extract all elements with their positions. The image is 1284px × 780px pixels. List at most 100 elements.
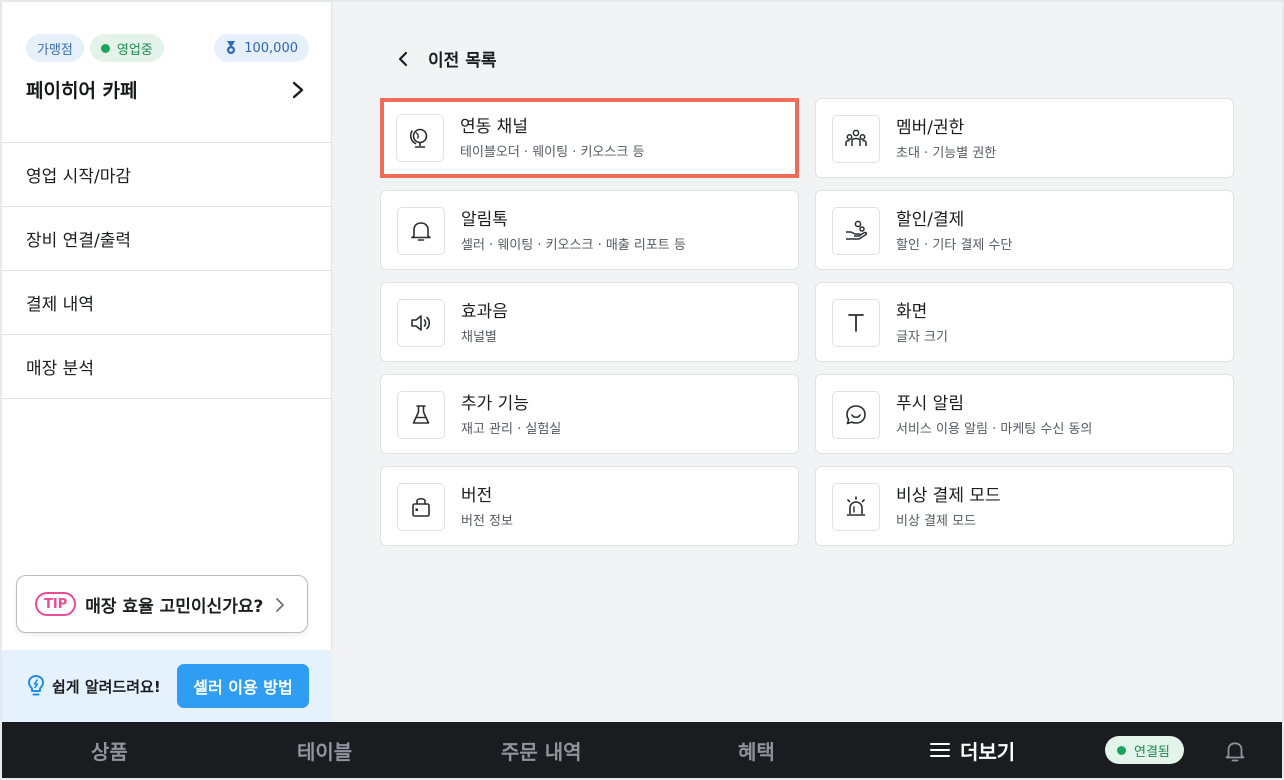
card-text: 연동 채널 테이블오더 · 웨이팅 · 키오스크 등: [460, 116, 644, 160]
lightbulb-icon: [28, 675, 44, 696]
store-name: 페이히어 카페: [26, 80, 138, 102]
store-name-row[interactable]: 페이히어 카페: [26, 76, 309, 103]
card-title: 화면: [896, 302, 928, 322]
connection-status-badge: 연결됨: [1105, 736, 1184, 764]
medal-icon: [227, 41, 236, 54]
back-label: 이전 목록: [428, 51, 497, 71]
card-subtitle: 버전 정보: [461, 514, 513, 529]
card-title: 멤버/권한: [896, 118, 965, 138]
card-title: 할인/결제: [896, 210, 965, 230]
chevron-right-icon: [292, 81, 304, 98]
store-header: 가맹점 영업중 100,000 페이히어 카페: [2, 2, 331, 143]
icon-box: [832, 391, 880, 439]
tab-more[interactable]: 더보기: [930, 722, 1015, 778]
card-display[interactable]: 화면 글자 크기: [815, 282, 1234, 362]
bell-icon: [411, 222, 431, 241]
tip-banner[interactable]: TIP 매장 효율 고민이신가요?: [16, 575, 308, 633]
card-text: 멤버/권한 초대 · 기능별 권한: [896, 117, 996, 161]
tab-benefits[interactable]: 혜택: [738, 722, 775, 778]
status-dot-icon: [1117, 745, 1126, 755]
card-title: 버전: [461, 486, 493, 506]
card-members-permissions[interactable]: 멤버/권한 초대 · 기능별 권한: [815, 98, 1234, 178]
siren-icon: [846, 496, 866, 516]
points-value: 100,000: [244, 40, 298, 56]
card-text: 화면 글자 크기: [896, 301, 948, 345]
sidebar-item-device-connection[interactable]: 장비 연결/출력: [2, 207, 331, 271]
sidebar: 가맹점 영업중 100,000 페이히어 카페 영업 시작/마감 장비 연결/출…: [2, 2, 332, 722]
flask-icon: [412, 405, 430, 424]
chat-smile-icon: [846, 405, 866, 425]
card-sound-effects[interactable]: 효과음 채널별: [380, 282, 799, 362]
card-alimtalk[interactable]: 알림톡 셀러 · 웨이팅 · 키오스크 · 매출 리포트 등: [380, 190, 799, 270]
card-text: 푸시 알림 서비스 이용 알림 · 마케팅 수신 동의: [896, 393, 1092, 437]
sidebar-item-business-open-close[interactable]: 영업 시작/마감: [2, 143, 331, 207]
card-push-notifications[interactable]: 푸시 알림 서비스 이용 알림 · 마케팅 수신 동의: [815, 374, 1234, 454]
card-subtitle: 테이블오더 · 웨이팅 · 키오스크 등: [460, 145, 645, 160]
card-version[interactable]: 버전 버전 정보: [380, 466, 799, 546]
card-title: 추가 기능: [461, 394, 529, 414]
open-status-badge: 영업중: [89, 34, 164, 62]
icon-box: [832, 483, 880, 531]
icon-box: [832, 115, 880, 163]
card-text: 알림톡 셀러 · 웨이팅 · 키오스크 · 매출 리포트 등: [461, 209, 686, 253]
speaker-icon: [411, 315, 431, 331]
card-subtitle: 글자 크기: [896, 330, 948, 345]
card-title: 알림톡: [461, 210, 508, 230]
card-subtitle: 비상 결제 모드: [896, 514, 977, 529]
bottom-nav: 상품 테이블 주문 내역 혜택 더보기 연결됨: [2, 722, 1282, 778]
card-subtitle: 서비스 이용 알림 · 마케팅 수신 동의: [896, 422, 1093, 437]
points-badge[interactable]: 100,000: [214, 34, 309, 62]
globe-icon: [409, 128, 428, 148]
hand-coin-icon: [846, 220, 868, 240]
chevron-right-icon: [276, 598, 284, 612]
chevron-left-icon: [398, 51, 408, 66]
help-text: 쉽게 알려드려요!: [52, 677, 161, 696]
icon-box: [396, 114, 444, 162]
icon-box: [832, 207, 880, 255]
icon-box: [832, 299, 880, 347]
open-status-label: 영업중: [116, 42, 153, 58]
card-text: 효과음 채널별: [461, 301, 508, 345]
card-subtitle: 초대 · 기능별 권한: [896, 146, 997, 161]
back-to-list[interactable]: 이전 목록: [398, 46, 496, 71]
card-title: 연동 채널: [460, 117, 528, 137]
card-emergency-payment[interactable]: 비상 결제 모드 비상 결제 모드: [815, 466, 1234, 546]
text-size-icon: [848, 314, 864, 332]
card-extra-features[interactable]: 추가 기능 재고 관리 · 실험실: [380, 374, 799, 454]
icon-box: [397, 483, 445, 531]
icon-box: [397, 207, 445, 255]
franchise-badge: 가맹점: [26, 34, 84, 62]
card-title: 푸시 알림: [896, 394, 964, 414]
card-subtitle: 재고 관리 · 실험실: [461, 422, 562, 437]
tab-tables[interactable]: 테이블: [297, 722, 352, 778]
tip-text: 매장 효율 고민이신가요?: [85, 596, 264, 617]
icon-box: [397, 391, 445, 439]
card-discount-payment[interactable]: 할인/결제 할인 · 기타 결제 수단: [815, 190, 1234, 270]
tab-products[interactable]: 상품: [91, 722, 128, 778]
card-text: 버전 버전 정보: [461, 485, 513, 529]
notification-bell-icon[interactable]: [1224, 739, 1246, 763]
sidebar-item-payment-history[interactable]: 결제 내역: [2, 271, 331, 335]
bag-icon: [412, 497, 430, 517]
tab-more-label: 더보기: [960, 739, 1016, 764]
card-linked-channels[interactable]: 연동 채널 테이블오더 · 웨이팅 · 키오스크 등: [380, 98, 799, 178]
members-icon: [845, 129, 867, 146]
tab-order-history[interactable]: 주문 내역: [501, 722, 582, 778]
status-dot-icon: [100, 43, 110, 53]
card-subtitle: 셀러 · 웨이팅 · 키오스크 · 매출 리포트 등: [461, 238, 686, 253]
app-frame: 가맹점 영업중 100,000 페이히어 카페 영업 시작/마감 장비 연결/출…: [2, 2, 1282, 778]
store-badges: 가맹점 영업중 100,000: [26, 34, 309, 62]
connection-status-label: 연결됨: [1134, 744, 1170, 760]
card-title: 효과음: [461, 302, 508, 322]
hamburger-icon: [930, 743, 950, 757]
card-text: 할인/결제 할인 · 기타 결제 수단: [896, 209, 1012, 253]
card-subtitle: 할인 · 기타 결제 수단: [896, 238, 1013, 253]
help-bar: 쉽게 알려드려요! 셀러 이용 방법: [2, 650, 332, 722]
tip-badge: TIP: [35, 592, 77, 616]
seller-guide-button[interactable]: 셀러 이용 방법: [177, 664, 309, 708]
card-subtitle: 채널별: [461, 330, 497, 345]
card-text: 추가 기능 재고 관리 · 실험실: [461, 393, 561, 437]
icon-box: [397, 299, 445, 347]
card-title: 비상 결제 모드: [896, 486, 1001, 506]
sidebar-item-store-analysis[interactable]: 매장 분석: [2, 335, 331, 399]
